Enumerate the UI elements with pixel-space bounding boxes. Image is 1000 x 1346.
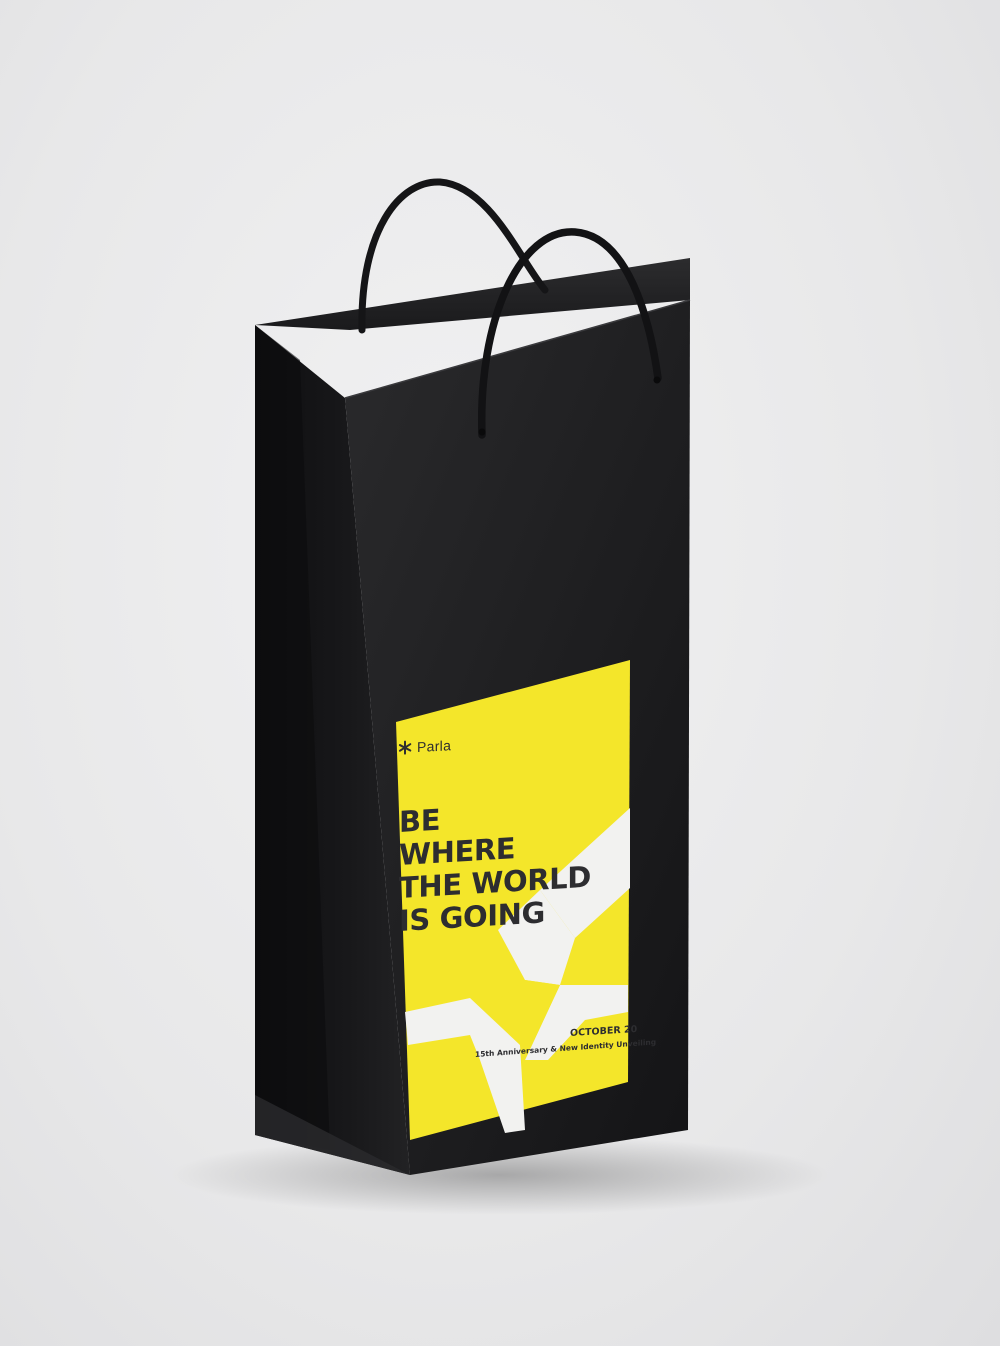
- shopping-bag-illustration: [170, 178, 830, 1215]
- brand-name: Parla: [417, 737, 452, 756]
- asterisk-logo-icon: [398, 740, 412, 755]
- product-mockup-scene: Parla BE WHERE THE WORLD IS GOING OCTOBE…: [0, 0, 1000, 1346]
- poster-headline: BE WHERE THE WORLD IS GOING: [399, 795, 591, 938]
- poster-logo: Parla: [398, 737, 451, 756]
